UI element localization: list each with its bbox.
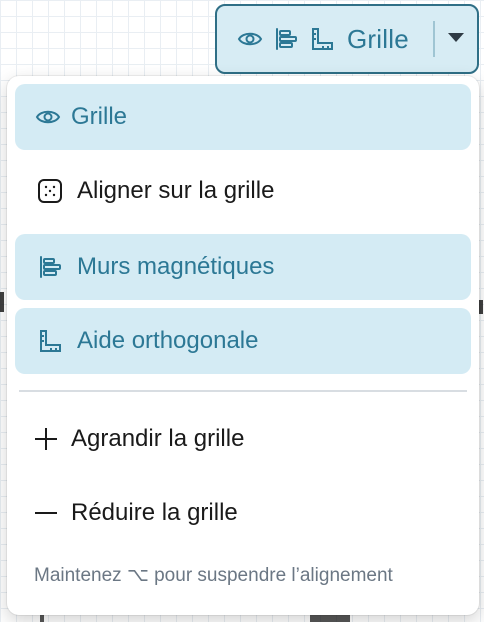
menu-item-orthogonal-helper[interactable]: Aide orthogonale	[15, 308, 471, 374]
canvas-mark	[0, 292, 4, 312]
align-left-icon	[37, 254, 63, 280]
menu-item-label: Grille	[71, 103, 128, 130]
ruler-corner-icon	[309, 26, 335, 52]
menu-item-snap-to-grid[interactable]: Aligner sur la grille	[15, 158, 471, 224]
menu-item-reduce-grid[interactable]: Réduire la grille	[15, 480, 471, 546]
eye-icon	[35, 104, 61, 130]
grid-options-menu: Grille Aligner sur la grille Murs magnét	[7, 76, 479, 615]
snap-grid-icon	[37, 178, 63, 204]
align-left-icon	[273, 26, 299, 52]
canvas-mark	[40, 614, 44, 622]
minus-icon	[33, 500, 59, 526]
ruler-corner-icon	[37, 328, 63, 354]
eye-icon	[237, 26, 263, 52]
menu-action-label: Agrandir la grille	[71, 425, 245, 452]
menu-divider	[19, 390, 467, 392]
chevron-down-icon	[447, 30, 465, 48]
menu-item-label: Aligner sur la grille	[77, 177, 275, 204]
menu-item-grid[interactable]: Grille	[15, 84, 471, 150]
menu-item-enlarge-grid[interactable]: Agrandir la grille	[15, 406, 471, 472]
dropdown-toggle[interactable]	[435, 6, 477, 72]
menu-item-label: Aide orthogonale	[77, 327, 259, 354]
menu-item-magnetic-walls[interactable]: Murs magnétiques	[15, 234, 471, 300]
plus-icon	[33, 426, 59, 452]
menu-item-label: Murs magnétiques	[77, 253, 275, 280]
grid-toggle-area[interactable]: Grille	[217, 6, 433, 72]
toolbar-label: Grille	[347, 23, 409, 54]
grid-toolbar-button[interactable]: Grille	[215, 4, 479, 74]
canvas-mark	[310, 615, 350, 622]
alignment-hint: Maintenez ⌥ pour suspendre l’alignement	[34, 565, 393, 586]
menu-action-label: Réduire la grille	[71, 499, 238, 526]
